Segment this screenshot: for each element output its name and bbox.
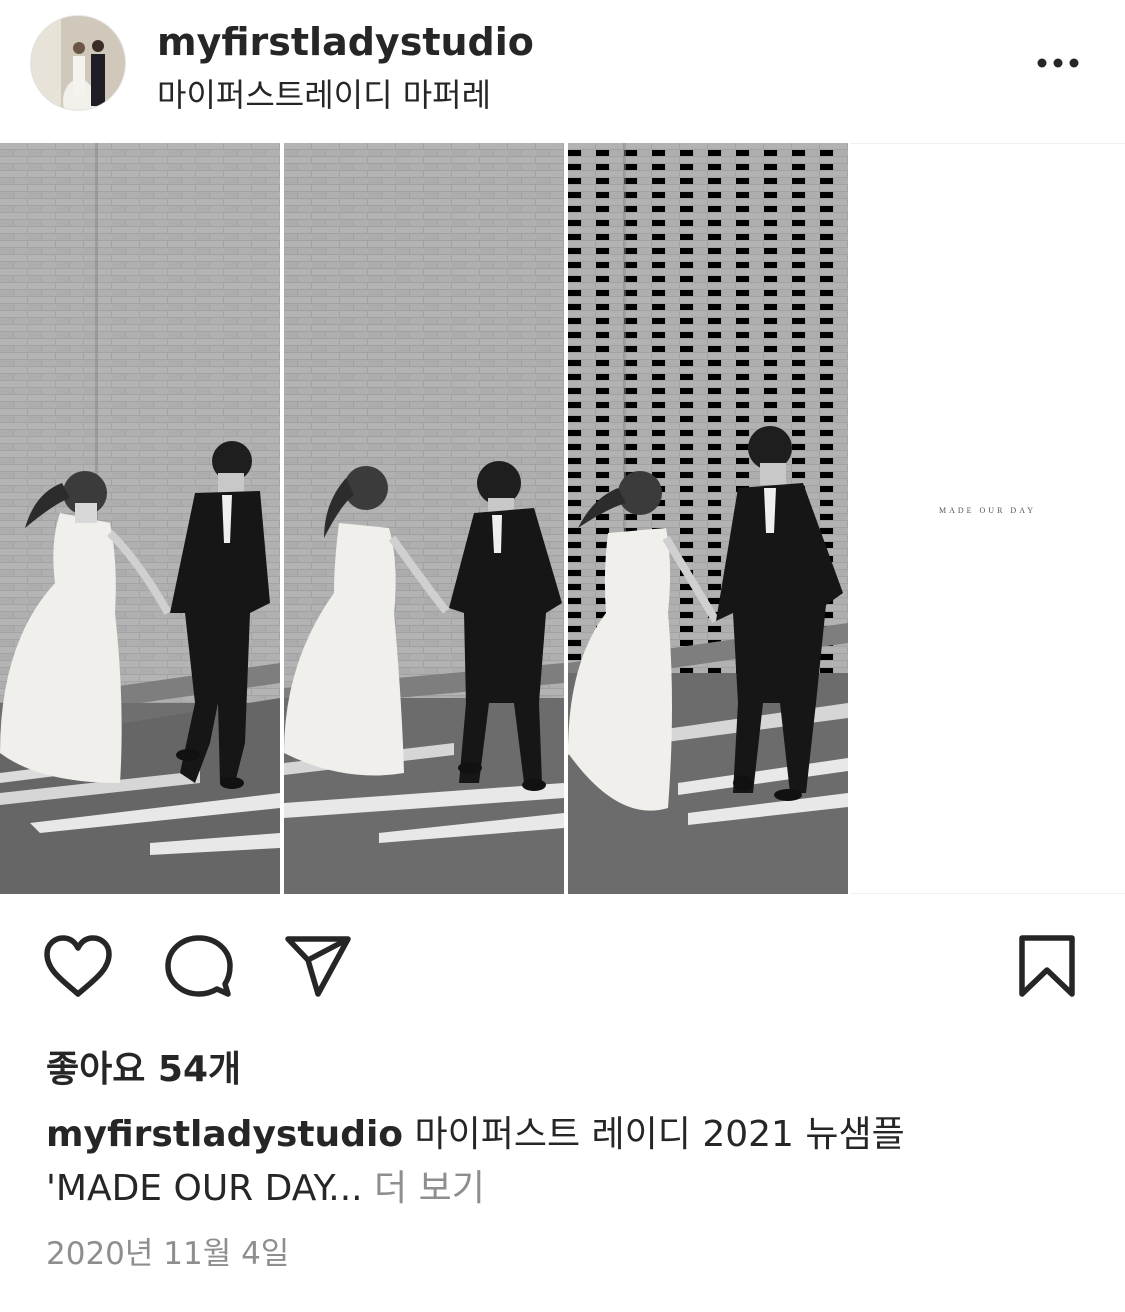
comment-bubble-icon bbox=[165, 935, 233, 997]
post-caption: myfirstladystudio 마이퍼스트 레이디 2021 뉴샘플 'MA… bbox=[46, 1108, 1086, 1216]
heart-icon bbox=[44, 935, 112, 997]
caption-more-link[interactable]: 더 보기 bbox=[374, 1168, 485, 1209]
paper-plane-icon bbox=[285, 936, 351, 997]
caption-username[interactable]: myfirstladystudio bbox=[46, 1114, 403, 1155]
comment-button[interactable] bbox=[164, 934, 234, 1000]
photo-panel-2 bbox=[284, 143, 564, 894]
caption-line-2: 'MADE OUR DAY... 더 보기 bbox=[46, 1162, 1086, 1216]
more-options-button[interactable] bbox=[1030, 45, 1086, 81]
photo-panel-4: MADE OUR DAY bbox=[850, 143, 1125, 894]
profile-avatar[interactable] bbox=[30, 15, 126, 111]
more-options-icon bbox=[1037, 58, 1079, 68]
caption-text-line-1: 마이퍼스트 레이디 2021 뉴샘플 bbox=[414, 1114, 905, 1155]
caption-text-line-2: 'MADE OUR DAY... bbox=[46, 1168, 363, 1209]
photo-panel-1 bbox=[0, 143, 280, 894]
image-caption-text: MADE OUR DAY bbox=[938, 506, 1037, 515]
post-date: 2020년 11월 4일 bbox=[46, 1236, 290, 1272]
post-image[interactable]: MADE OUR DAY bbox=[0, 143, 1125, 894]
bookmark-icon bbox=[1019, 935, 1075, 997]
photo-panel-3 bbox=[568, 143, 848, 894]
share-button[interactable] bbox=[284, 934, 354, 1000]
post-header: myfirstladystudio 마이퍼스트레이디 마퍼레 bbox=[0, 0, 1125, 140]
post-username[interactable]: myfirstladystudio bbox=[157, 20, 534, 64]
like-button[interactable] bbox=[42, 934, 114, 1000]
post-location[interactable]: 마이퍼스트레이디 마퍼레 bbox=[157, 70, 491, 116]
likes-count[interactable]: 좋아요 54개 bbox=[46, 1040, 241, 1092]
avatar-image bbox=[31, 16, 125, 110]
save-button[interactable] bbox=[1016, 934, 1078, 1000]
caption-line-1: myfirstladystudio 마이퍼스트 레이디 2021 뉴샘플 bbox=[46, 1108, 1086, 1162]
